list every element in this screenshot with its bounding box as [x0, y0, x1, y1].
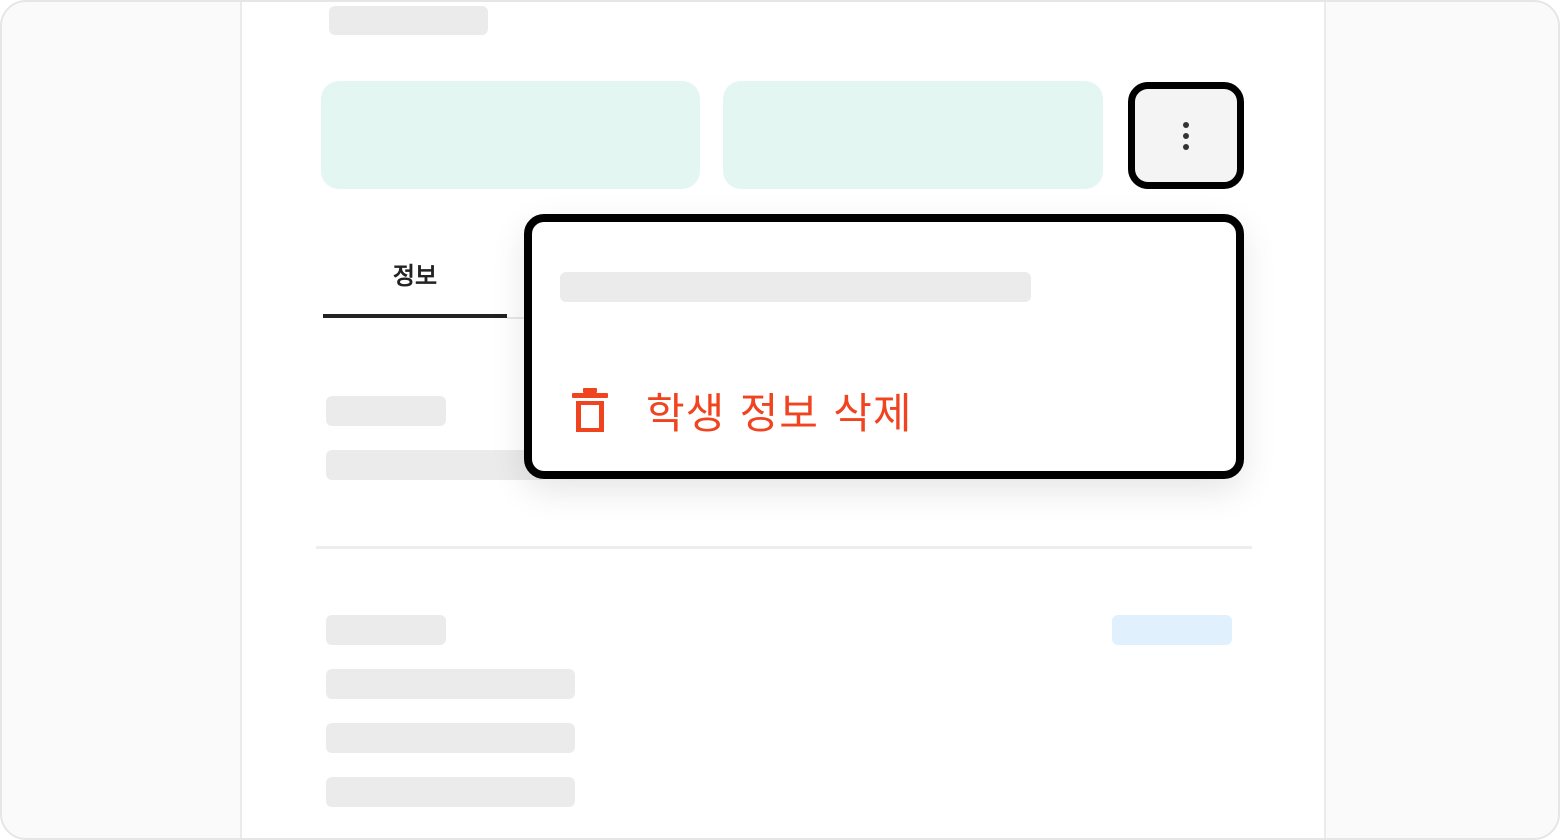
- delete-student-info-item[interactable]: 학생 정보 삭제: [570, 380, 913, 441]
- delete-student-info-label: 학생 정보 삭제: [646, 389, 913, 438]
- list-item: [326, 777, 575, 807]
- field-label-placeholder: [326, 396, 446, 426]
- title-placeholder: [329, 6, 488, 35]
- tab-info[interactable]: 정보: [323, 256, 507, 318]
- field-value-placeholder: [326, 450, 546, 480]
- tab-info-label: 정보: [392, 262, 438, 290]
- app-frame: 정보 학생 정보 삭제: [0, 0, 1560, 840]
- action-card-left[interactable]: [321, 81, 700, 189]
- section-title-placeholder: [326, 615, 446, 645]
- tab-active-indicator: [323, 314, 507, 318]
- more-vertical-icon: [1183, 121, 1189, 150]
- list-item: [326, 723, 575, 753]
- action-card-right[interactable]: [723, 81, 1103, 189]
- section-divider: [316, 546, 1252, 549]
- more-options-button[interactable]: [1128, 82, 1244, 189]
- section-badge-placeholder[interactable]: [1112, 615, 1232, 645]
- trash-icon: [572, 387, 608, 432]
- more-options-menu: 학생 정보 삭제: [524, 214, 1244, 479]
- list-item: [326, 669, 575, 699]
- menu-item-placeholder[interactable]: [560, 272, 1031, 302]
